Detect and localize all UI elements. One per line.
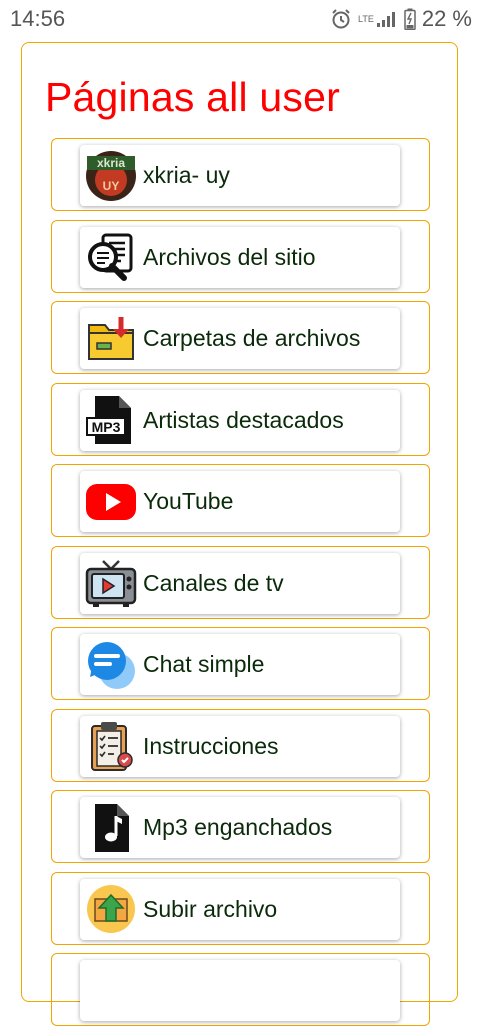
menu-label: Archivos del sitio bbox=[143, 243, 316, 270]
menu-label: YouTube bbox=[143, 488, 234, 514]
menu-row: Carpetas de archivos bbox=[51, 301, 430, 374]
svg-text:xkria: xkria bbox=[97, 156, 125, 170]
alarm-icon bbox=[332, 9, 350, 29]
svg-text:UY: UY bbox=[103, 179, 120, 193]
menu-row: Archivos del sitio bbox=[51, 219, 430, 293]
upload-icon bbox=[85, 883, 137, 935]
menu-row: Mp3 enganchados bbox=[51, 790, 430, 863]
folder-download-icon bbox=[85, 313, 137, 365]
menu-button-partial[interactable] bbox=[80, 960, 400, 1021]
chat-bubble-icon bbox=[85, 639, 137, 691]
menu-button-chat-simple[interactable]: Chat simple bbox=[80, 634, 400, 695]
menu-button-instrucciones[interactable]: Instrucciones bbox=[80, 715, 400, 777]
battery-icon bbox=[404, 8, 416, 30]
menu-row: Subir archivo bbox=[51, 871, 430, 945]
menu-row-partial bbox=[51, 953, 430, 1026]
menu-list: xkria UY xkria- uy Archivos del sitio Car… bbox=[51, 138, 430, 1035]
menu-button-youtube[interactable]: YouTube bbox=[80, 471, 400, 532]
status-time: 14:56 bbox=[10, 6, 66, 31]
signal-icon bbox=[376, 12, 395, 27]
status-bar: 14:56 LTE 22 % bbox=[0, 0, 480, 38]
battery-percent: 22 % bbox=[421, 6, 472, 31]
menu-button-xkria-uy[interactable]: xkria UY xkria- uy bbox=[80, 145, 400, 206]
menu-row: Chat simple bbox=[51, 627, 430, 700]
xkria-logo-icon: xkria UY bbox=[85, 150, 137, 202]
menu-row: xkria UY xkria- uy bbox=[51, 138, 430, 211]
menu-button-archivos-del-sitio[interactable]: Archivos del sitio bbox=[80, 226, 400, 288]
menu-label: Instrucciones bbox=[143, 732, 279, 759]
menu-label: Subir archivo bbox=[143, 895, 278, 922]
youtube-icon bbox=[85, 476, 137, 528]
menu-button-artistas-destacados[interactable]: MP3 Artistas destacados bbox=[80, 389, 400, 451]
page-title: Páginas all user bbox=[45, 74, 340, 120]
menu-row: Instrucciones bbox=[51, 708, 430, 782]
menu-row: MP3 Artistas destacados bbox=[51, 382, 430, 456]
menu-label: Canales de tv bbox=[143, 569, 284, 596]
svg-text:MP3: MP3 bbox=[92, 419, 121, 435]
menu-label: Artistas destacados bbox=[143, 406, 344, 433]
menu-label: Carpetas de archivos bbox=[143, 325, 361, 351]
tv-icon bbox=[85, 557, 137, 609]
menu-button-carpetas-de-archivos[interactable]: Carpetas de archivos bbox=[80, 308, 400, 369]
menu-label: Chat simple bbox=[143, 651, 265, 677]
status-icons: LTE 22 % bbox=[330, 6, 472, 32]
music-note-icon bbox=[85, 802, 137, 854]
clipboard-checklist-icon bbox=[85, 720, 137, 772]
mp3-file-icon: MP3 bbox=[85, 394, 137, 446]
menu-button-subir-archivo[interactable]: Subir archivo bbox=[80, 878, 400, 940]
network-type: LTE bbox=[358, 13, 374, 24]
menu-row: YouTube bbox=[51, 464, 430, 537]
menu-row: Canales de tv bbox=[51, 545, 430, 619]
menu-button-mp3-enganchados[interactable]: Mp3 enganchados bbox=[80, 797, 400, 858]
menu-label: Mp3 enganchados bbox=[143, 814, 333, 840]
menu-button-canales-de-tv[interactable]: Canales de tv bbox=[80, 552, 400, 614]
menu-label: xkria- uy bbox=[143, 162, 230, 188]
file-search-icon bbox=[85, 231, 137, 283]
